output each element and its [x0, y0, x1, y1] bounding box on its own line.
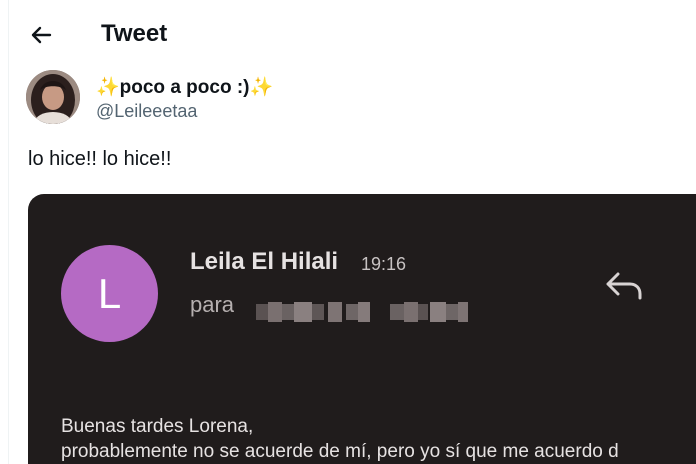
email-body-line: probablemente no se acuerde de mí, pero …	[61, 441, 619, 462]
email-sender-name: Leila El Hilali	[190, 248, 339, 275]
email-body: Buenas tardes Lorena, probablemente no s…	[61, 414, 696, 464]
email-greeting: Buenas tardes Lorena,	[61, 416, 254, 437]
column-divider	[8, 0, 9, 464]
profile-photo-icon	[26, 70, 80, 124]
tweet-media-image[interactable]: L Leila El Hilali 19:16 para Buenas tard…	[28, 194, 696, 464]
redacted-recipient-2	[390, 302, 468, 322]
display-name[interactable]: ✨poco a poco :)✨	[96, 75, 273, 99]
reply-arrow-icon	[606, 272, 642, 300]
header: Tweet	[0, 0, 696, 68]
redacted-recipient	[256, 302, 370, 322]
email-sender-avatar: L	[61, 245, 158, 342]
tweet-text: lo hice!! lo hice!!	[28, 148, 172, 170]
back-button[interactable]	[24, 18, 58, 52]
email-time: 19:16	[361, 254, 407, 274]
arrow-left-icon	[31, 26, 52, 44]
tweet-page: Tweet ✨poco a poco :)✨ @Leileeetaa lo hi…	[0, 0, 696, 464]
user-handle[interactable]: @Leileeetaa	[96, 101, 197, 122]
avatar[interactable]	[26, 70, 80, 124]
email-to-label: para	[190, 292, 235, 317]
page-title: Tweet	[101, 20, 168, 47]
